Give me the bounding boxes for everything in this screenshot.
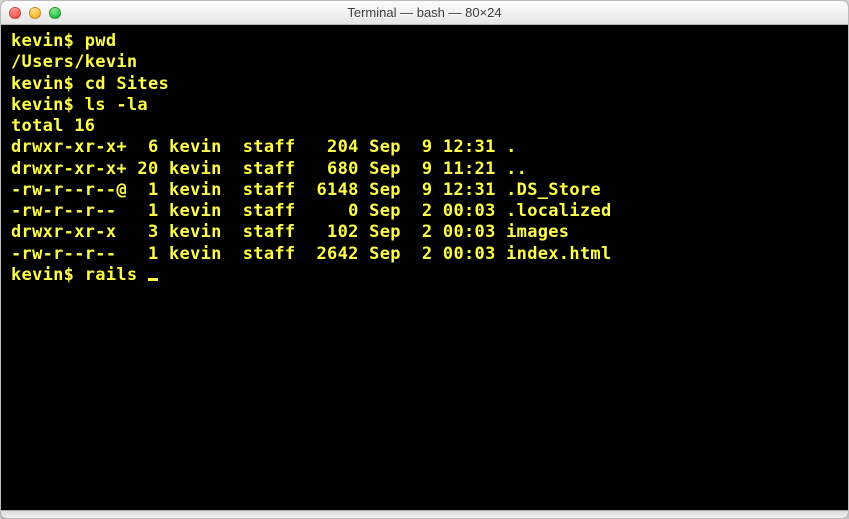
terminal-output-line: -rw-r--r-- 1 kevin staff 2642 Sep 2 00:0… (11, 244, 838, 265)
terminal-output-line: -rw-r--r--@ 1 kevin staff 6148 Sep 9 12:… (11, 180, 838, 201)
window-title: Terminal — bash — 80×24 (1, 5, 848, 20)
terminal-command-line: kevin$ cd Sites (11, 74, 838, 95)
terminal-window: Terminal — bash — 80×24 kevin$ pwd/Users… (0, 0, 849, 519)
terminal-output-line: total 16 (11, 116, 838, 137)
terminal-output-line: -rw-r--r-- 1 kevin staff 0 Sep 2 00:03 .… (11, 201, 838, 222)
traffic-lights (9, 7, 61, 19)
maximize-button[interactable] (49, 7, 61, 19)
minimize-button[interactable] (29, 7, 41, 19)
terminal-command-line: kevin$ ls -la (11, 95, 838, 116)
terminal-current-line[interactable]: kevin$ rails (11, 265, 838, 286)
terminal-output-line: drwxr-xr-x 3 kevin staff 102 Sep 2 00:03… (11, 222, 838, 243)
terminal-output-line: drwxr-xr-x+ 20 kevin staff 680 Sep 9 11:… (11, 159, 838, 180)
terminal-body[interactable]: kevin$ pwd/Users/kevinkevin$ cd Siteskev… (1, 25, 848, 510)
terminal-output-line: /Users/kevin (11, 52, 838, 73)
cursor-icon (148, 278, 158, 281)
titlebar[interactable]: Terminal — bash — 80×24 (1, 1, 848, 25)
close-button[interactable] (9, 7, 21, 19)
terminal-output-line: drwxr-xr-x+ 6 kevin staff 204 Sep 9 12:3… (11, 137, 838, 158)
terminal-command-line: kevin$ pwd (11, 31, 838, 52)
window-bottom-chrome (1, 510, 848, 518)
